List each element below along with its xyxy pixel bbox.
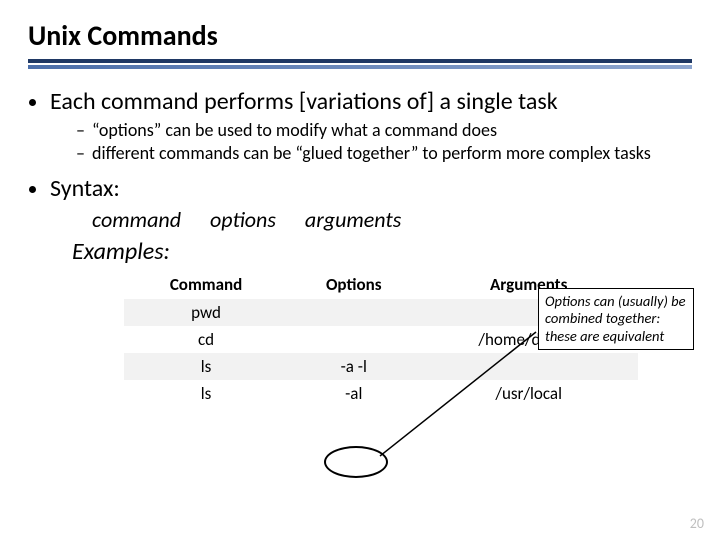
th-options: Options — [288, 270, 419, 299]
bullet-1a: “options” can be used to modify what a c… — [76, 119, 692, 142]
cell-options — [288, 326, 419, 353]
slide: Unix Commands Each command performs [var… — [0, 0, 720, 540]
cell-arguments — [419, 353, 638, 380]
syntax-options: options — [210, 206, 276, 233]
table-row: ls -al /usr/local — [124, 380, 638, 407]
title-rule-gradient — [28, 65, 692, 69]
bullet-1-sublist: “options” can be used to modify what a c… — [50, 119, 692, 164]
cell-options: -al — [288, 380, 419, 407]
bullet-list: Each command performs [variations of] a … — [28, 87, 692, 204]
bullet-1-text: Each command performs [variations of] a … — [50, 87, 558, 116]
syntax-command: command — [92, 206, 181, 233]
highlight-ellipse — [324, 446, 388, 478]
examples-label: Examples: — [72, 237, 692, 266]
syntax-row: command options arguments — [92, 206, 692, 233]
cell-command: pwd — [124, 299, 288, 326]
bullet-1b: different commands can be “glued togethe… — [76, 142, 692, 165]
cell-command: ls — [124, 353, 288, 380]
bullet-1: Each command performs [variations of] a … — [50, 87, 692, 164]
cell-options: -a -l — [288, 353, 419, 380]
syntax-arguments: arguments — [305, 206, 401, 233]
table-row: ls -a -l — [124, 353, 638, 380]
bullet-2-text: Syntax: — [50, 174, 120, 203]
th-command: Command — [124, 270, 288, 299]
cell-options — [288, 299, 419, 326]
cell-arguments: /usr/local — [419, 380, 638, 407]
slide-title: Unix Commands — [28, 18, 692, 53]
bullet-2: Syntax: — [50, 174, 692, 204]
cell-command: ls — [124, 380, 288, 407]
callout-box: Options can (usually) be combined togeth… — [538, 288, 694, 350]
title-rule-dark — [28, 59, 692, 63]
page-number: 20 — [690, 515, 704, 532]
cell-command: cd — [124, 326, 288, 353]
